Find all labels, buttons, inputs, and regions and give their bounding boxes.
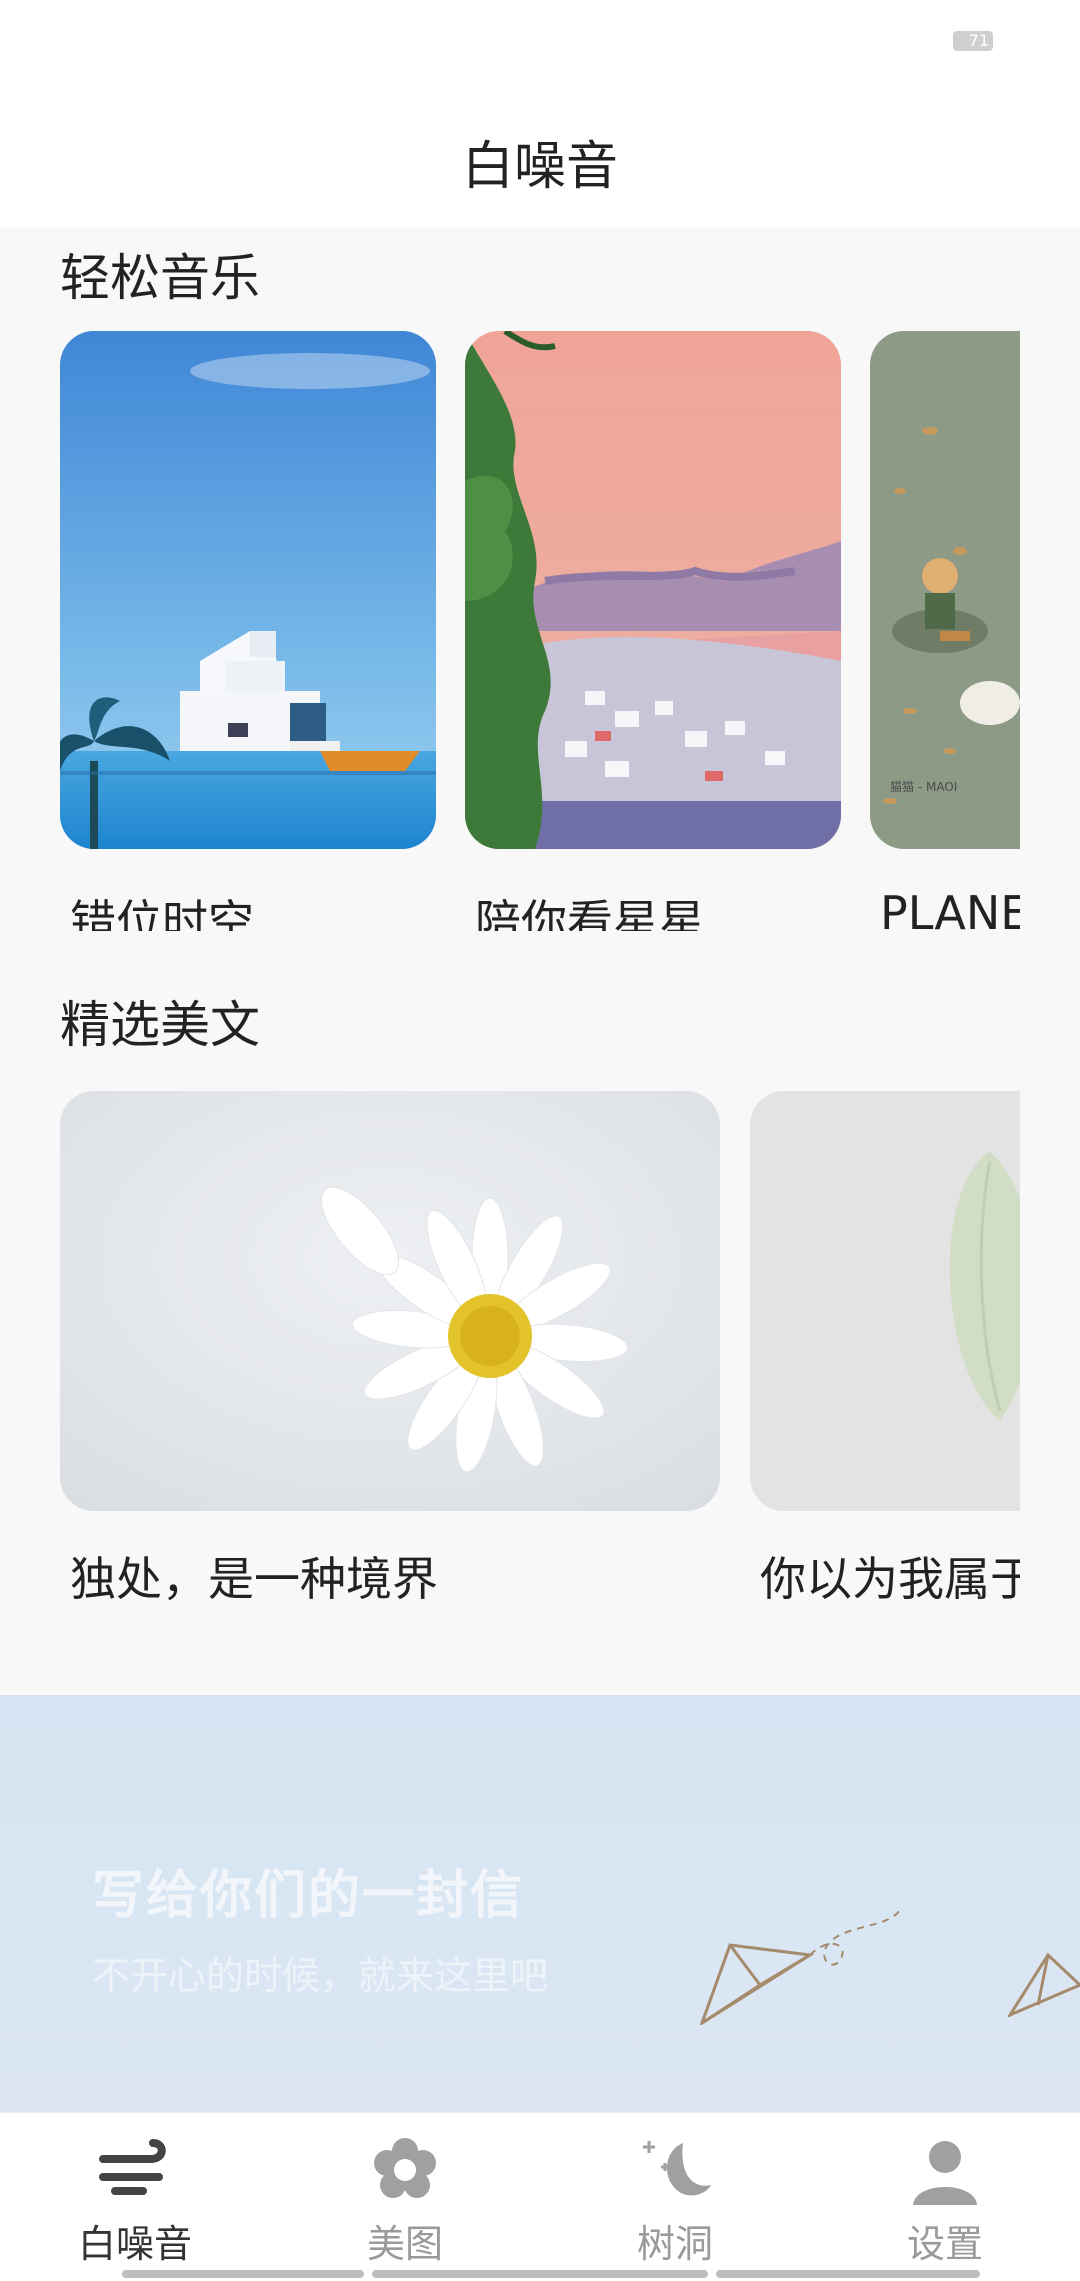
tab-white-noise[interactable]: 白噪音 — [0, 2113, 270, 2281]
essay-card-image — [60, 1091, 720, 1511]
tab-label: 设置 — [906, 2222, 983, 2266]
letter-banner[interactable]: 写给你们的一封信 不开心的时候，就来这里吧 — [0, 1695, 1080, 2113]
relax-music-section-title: 轻松音乐 — [60, 249, 260, 307]
music-card[interactable]: 猫猫 - MAOI PLANET — [870, 331, 1020, 931]
music-card-title: 陪你看星星 — [475, 895, 705, 931]
essay-card[interactable]: 独处，是一种境界 — [60, 1091, 720, 1611]
music-card-title: PLANET — [880, 886, 1020, 931]
gesture-bar — [122, 2270, 364, 2278]
relax-music-carousel[interactable]: 错位时空 陪你看星星 猫猫 - MAOI PLANE — [60, 331, 1020, 931]
tab-label: 白噪音 — [77, 2222, 192, 2266]
essay-card-title: 独处，是一种境界 — [70, 1552, 438, 1606]
essay-card-title: 你以为我属于 — [760, 1552, 1020, 1606]
app-header: 白噪音 — [0, 80, 1080, 228]
paper-plane-icon — [1008, 1952, 1080, 2018]
person-icon — [913, 2141, 977, 2205]
tab-label: 美图 — [366, 2222, 443, 2266]
moon-icon — [643, 2141, 711, 2196]
tab-tree-hole[interactable]: 树洞 — [540, 2113, 810, 2281]
letter-banner-title: 写给你们的一封信 — [92, 1866, 525, 1926]
music-card-title: 错位时空 — [70, 895, 254, 931]
essay-card[interactable]: 你以为我属于 — [750, 1091, 1020, 1611]
letter-banner-subtitle: 不开心的时候，就来这里吧 — [92, 1954, 549, 1998]
selected-essays-carousel[interactable]: 独处，是一种境界 你以为我属于 — [60, 1091, 1020, 1611]
music-card-image — [465, 331, 841, 849]
gesture-bar — [716, 2270, 980, 2278]
tab-label: 树洞 — [636, 2222, 713, 2266]
tab-gallery[interactable]: 美图 — [270, 2113, 540, 2281]
essay-card-image — [750, 1091, 1020, 1511]
wind-icon — [99, 2139, 166, 2195]
music-card[interactable]: 陪你看星星 — [465, 331, 841, 931]
tab-settings[interactable]: 设置 — [810, 2113, 1080, 2281]
flower-icon — [374, 2138, 436, 2198]
status-bar: 71 — [0, 0, 1080, 80]
gesture-bar — [372, 2270, 708, 2278]
bottom-tab-bar: 白噪音 美图 树洞 设置 — [0, 2112, 1080, 2281]
svg-text:猫猫 - MAOI: 猫猫 - MAOI — [890, 780, 957, 794]
battery-indicator: 71 — [953, 31, 993, 51]
page-title: 白噪音 — [461, 137, 618, 197]
music-card-image: 猫猫 - MAOI — [870, 331, 1020, 849]
selected-essays-section-title: 精选美文 — [60, 996, 260, 1054]
paper-plane-icon — [700, 1909, 901, 2025]
music-card[interactable]: 错位时空 — [60, 331, 436, 931]
music-card-image — [60, 331, 436, 849]
